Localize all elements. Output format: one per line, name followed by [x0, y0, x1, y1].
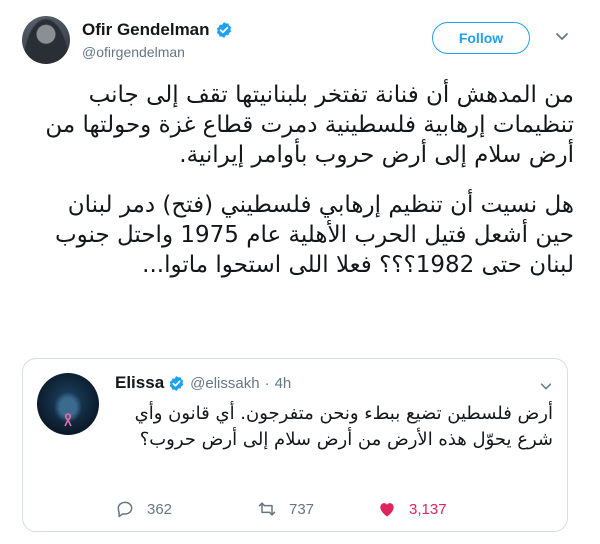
reply-count: 362 — [147, 500, 173, 518]
chevron-down-icon[interactable] — [554, 28, 570, 44]
quoted-author-name[interactable]: Elissa — [115, 373, 164, 393]
quoted-timestamp[interactable]: 4h — [275, 375, 292, 392]
quoted-author-avatar[interactable] — [37, 373, 99, 435]
reply-button[interactable]: 362 — [115, 497, 172, 521]
quoted-header: Elissa @elissakh · 4h — [115, 373, 291, 393]
retweet-button[interactable]: 737 — [257, 497, 314, 521]
quoted-text: أرض فلسطين تضيع ببطء ونحن متفرجون. أي قا… — [134, 403, 553, 450]
quoted-author-handle[interactable]: @elissakh — [190, 375, 259, 392]
author-name[interactable]: Ofir Gendelman — [82, 20, 210, 40]
tweet-text: من المدهش أن فنانة تفتخر بلبنانيتها تقف … — [22, 80, 574, 300]
verified-badge-icon — [169, 375, 184, 391]
follow-button[interactable]: Follow — [432, 22, 530, 54]
tweet-paragraph-1: من المدهش أن فنانة تفتخر بلبنانيتها تقف … — [45, 82, 574, 168]
heart-icon — [380, 503, 394, 517]
author-handle[interactable]: @ofirgendelman — [82, 44, 185, 60]
meta-separator: · — [264, 374, 270, 392]
chevron-down-icon[interactable] — [539, 379, 553, 393]
tweet-header: Ofir Gendelman @ofirgendelman Follow — [22, 16, 578, 70]
like-button[interactable]: 3,137 — [377, 497, 447, 521]
retweet-count: 737 — [289, 500, 315, 518]
reply-icon — [117, 501, 133, 518]
tweet-paragraph-2: هل نسيت أن تنظيم إرهابي فلسطيني (فتح) دم… — [54, 192, 574, 278]
retweet-icon — [258, 502, 276, 516]
pink-ribbon-icon — [64, 413, 72, 427]
verified-badge-icon — [216, 22, 231, 38]
author-name-row: Ofir Gendelman — [82, 20, 233, 40]
like-count: 3,137 — [409, 500, 447, 518]
quoted-tweet[interactable]: Elissa @elissakh · 4h أرض فلسطين تضيع بب… — [22, 358, 568, 532]
author-avatar[interactable] — [22, 16, 70, 64]
